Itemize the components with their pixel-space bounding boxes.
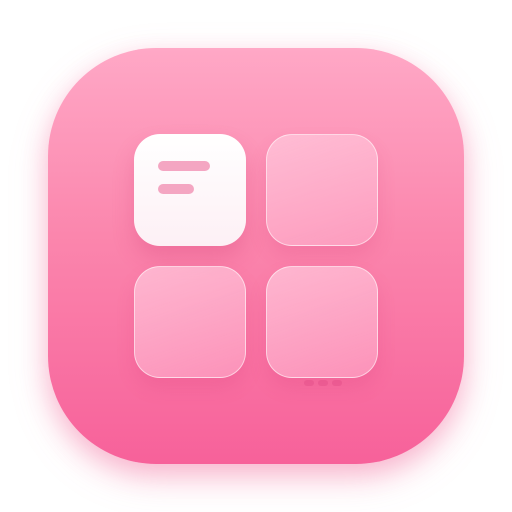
dot-icon [304,380,314,386]
icon-canvas [0,0,512,512]
widget-tile-bottom-right [266,266,378,378]
dot-icon [332,380,342,386]
app-icon[interactable] [48,48,464,464]
widget-tile-top-left [134,134,246,246]
text-line-short-icon [158,184,194,194]
widget-tile-bottom-left [134,266,246,378]
text-line-long-icon [158,161,210,171]
page-dots-icon [304,380,344,386]
dot-icon [318,380,328,386]
widget-tile-top-right [266,134,378,246]
